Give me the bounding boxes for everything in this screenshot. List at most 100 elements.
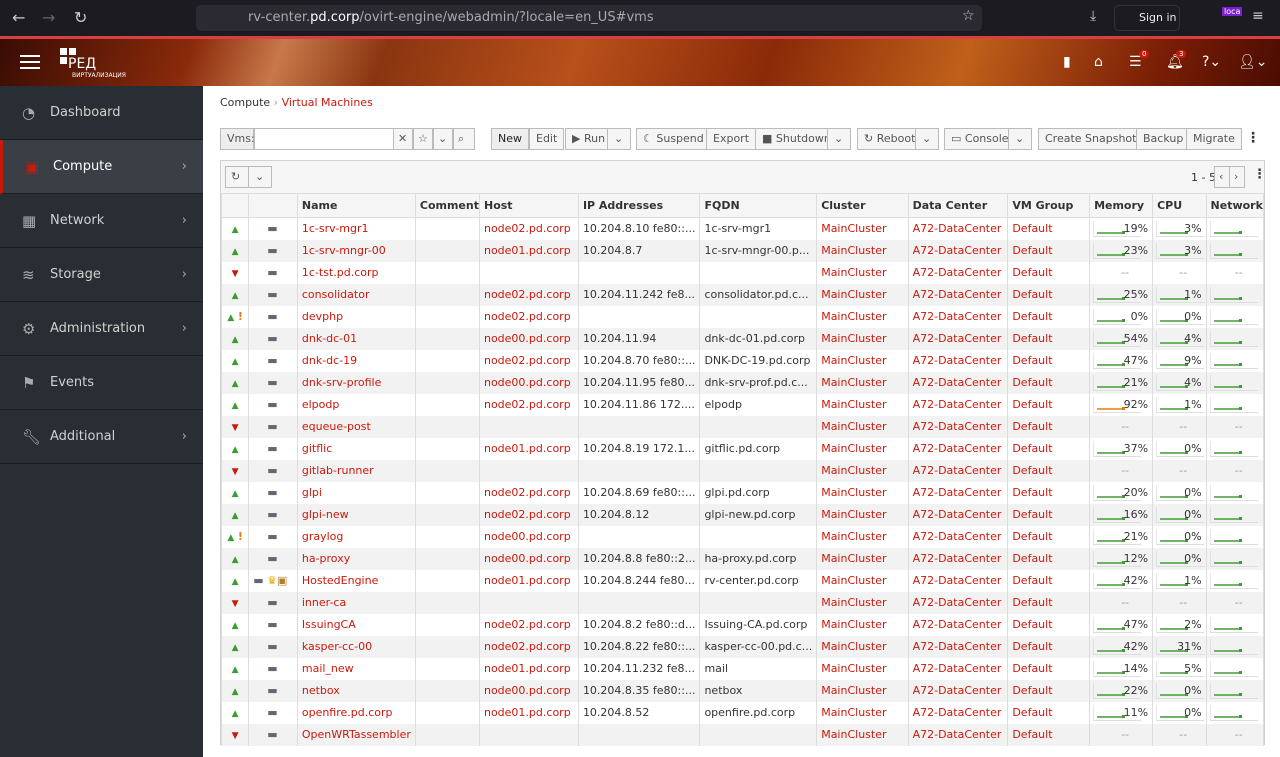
vm-name-link[interactable]: openfire.pd.corp: [296, 701, 416, 724]
shutdown-button[interactable]: ■ Shutdown: [755, 128, 838, 150]
datacenter-link[interactable]: A72-DataCenter: [907, 679, 1009, 702]
next-page-icon[interactable]: ›: [1229, 166, 1245, 188]
table-row[interactable]: ▲ ▬ IssuingCA node02.pd.corp 10.204.8.2 f…: [220, 613, 1265, 636]
download-icon[interactable]: ⤓: [1090, 8, 1096, 24]
vm-name-link[interactable]: OpenWRTassembler: [296, 723, 416, 746]
back-icon[interactable]: ←: [12, 8, 25, 27]
vm-name-link[interactable]: 1c-tst.pd.corp: [296, 261, 416, 284]
bookmark-icon[interactable]: ▮: [1063, 54, 1071, 70]
vm-name-link[interactable]: gitflic: [296, 437, 416, 460]
migrate-button[interactable]: Migrate: [1186, 128, 1242, 150]
host-link[interactable]: node01.pd.corp: [478, 657, 579, 680]
host-link[interactable]: node00.pd.corp: [478, 525, 579, 548]
vmgroup-link[interactable]: Default: [1007, 459, 1091, 482]
console-dropdown-icon[interactable]: ⌄: [1008, 128, 1032, 150]
cluster-link[interactable]: MainCluster: [816, 569, 909, 592]
table-row[interactable]: ▲ ▬ consolidator node02.pd.corp 10.204.11…: [220, 283, 1265, 306]
table-row[interactable]: ▲ ▬ ha-proxy node00.pd.corp 10.204.8.8 fe…: [220, 547, 1265, 570]
cluster-link[interactable]: MainCluster: [816, 679, 909, 702]
host-link[interactable]: node02.pd.corp: [478, 283, 579, 306]
cluster-link[interactable]: MainCluster: [816, 481, 909, 504]
new-button[interactable]: New: [491, 128, 529, 150]
cluster-link[interactable]: MainCluster: [816, 437, 909, 460]
tasks-icon[interactable]: ☰ 0: [1129, 50, 1150, 70]
table-row[interactable]: ▼ ▬ equeue-post MainCluster A72-DataCente…: [220, 415, 1265, 438]
vmgroup-link[interactable]: Default: [1007, 217, 1091, 240]
vmgroup-link[interactable]: Default: [1007, 679, 1091, 702]
table-row[interactable]: ▼ ▬ inner-ca MainCluster A72-DataCenter D…: [220, 591, 1265, 614]
vmgroup-link[interactable]: Default: [1007, 657, 1091, 680]
vmgroup-link[interactable]: Default: [1007, 415, 1091, 438]
vm-name-link[interactable]: equeue-post: [296, 415, 416, 438]
table-row[interactable]: ▲ ▬ mail_new node01.pd.corp 10.204.11.232…: [220, 657, 1265, 680]
table-row[interactable]: ▲ ▬ dnk-srv-profile node00.pd.corp 10.204…: [220, 371, 1265, 394]
table-row[interactable]: ▲ ▬ dnk-dc-19 node02.pd.corp 10.204.8.70 …: [220, 349, 1265, 372]
vm-name-link[interactable]: devphp: [296, 305, 416, 328]
vm-name-link[interactable]: netbox: [296, 679, 416, 702]
vm-name-link[interactable]: gitlab-runner: [296, 459, 416, 482]
chevron-down-icon[interactable]: ⌄: [433, 128, 453, 150]
cluster-link[interactable]: MainCluster: [816, 701, 909, 724]
host-link[interactable]: [478, 261, 579, 284]
vm-name-link[interactable]: 1c-srv-mgr1: [296, 217, 416, 240]
host-link[interactable]: node02.pd.corp: [478, 217, 579, 240]
datacenter-link[interactable]: A72-DataCenter: [907, 723, 1009, 746]
datacenter-link[interactable]: A72-DataCenter: [907, 591, 1009, 614]
vmgroup-link[interactable]: Default: [1007, 283, 1091, 306]
vmgroup-link[interactable]: Default: [1007, 547, 1091, 570]
bookmark-star-icon[interactable]: ☆: [413, 128, 433, 150]
table-row[interactable]: ▲ ▬ 1c-srv-mgr1 node02.pd.corp 10.204.8.1…: [220, 217, 1265, 240]
table-row[interactable]: ▲ ▬ dnk-dc-01 node00.pd.corp 10.204.11.94…: [220, 327, 1265, 350]
table-row[interactable]: ▲ ▬ kasper-cc-00 node02.pd.corp 10.204.8.…: [220, 635, 1265, 658]
cluster-link[interactable]: MainCluster: [816, 283, 909, 306]
suspend-button[interactable]: ☾ Suspend: [636, 128, 711, 150]
vm-name-link[interactable]: kasper-cc-00: [296, 635, 416, 658]
cluster-link[interactable]: MainCluster: [816, 305, 909, 328]
host-link[interactable]: node02.pd.corp: [478, 481, 579, 504]
search-input[interactable]: [254, 128, 394, 150]
vmgroup-link[interactable]: Default: [1007, 437, 1091, 460]
datacenter-link[interactable]: A72-DataCenter: [907, 305, 1009, 328]
vm-name-link[interactable]: dnk-dc-01: [296, 327, 416, 350]
vm-name-link[interactable]: graylog: [296, 525, 416, 548]
vmgroup-link[interactable]: Default: [1007, 239, 1091, 262]
table-row[interactable]: ▲ ▬ openfire.pd.corp node01.pd.corp 10.20…: [220, 701, 1265, 724]
cluster-link[interactable]: MainCluster: [816, 657, 909, 680]
grid-kebab-icon[interactable]: ⋮: [1253, 167, 1266, 182]
cluster-link[interactable]: MainCluster: [816, 503, 909, 526]
column-header[interactable]: Data Center: [907, 193, 1009, 218]
cluster-link[interactable]: MainCluster: [816, 393, 909, 416]
user-icon[interactable]: 👤︎⌄: [1238, 54, 1268, 70]
host-link[interactable]: node02.pd.corp: [478, 503, 579, 526]
vmgroup-link[interactable]: Default: [1007, 569, 1091, 592]
hamburger-icon[interactable]: [20, 55, 40, 69]
vmgroup-link[interactable]: Default: [1007, 481, 1091, 504]
host-link[interactable]: node01.pd.corp: [478, 569, 579, 592]
datacenter-link[interactable]: A72-DataCenter: [907, 635, 1009, 658]
datacenter-link[interactable]: A72-DataCenter: [907, 547, 1009, 570]
datacenter-link[interactable]: A72-DataCenter: [907, 349, 1009, 372]
cluster-link[interactable]: MainCluster: [816, 239, 909, 262]
datacenter-link[interactable]: A72-DataCenter: [907, 239, 1009, 262]
host-link[interactable]: node02.pd.corp: [478, 635, 579, 658]
datacenter-link[interactable]: A72-DataCenter: [907, 393, 1009, 416]
vm-name-link[interactable]: HostedEngine: [296, 569, 416, 592]
bell-icon[interactable]: 🔔︎ 3: [1166, 50, 1187, 70]
datacenter-link[interactable]: A72-DataCenter: [907, 503, 1009, 526]
vm-name-link[interactable]: elpodp: [296, 393, 416, 416]
vm-name-link[interactable]: 1c-srv-mngr-00: [296, 239, 416, 262]
host-link[interactable]: [478, 591, 579, 614]
table-row[interactable]: ▲ ▬ glpi node02.pd.corp 10.204.8.69 fe80:…: [220, 481, 1265, 504]
host-link[interactable]: node02.pd.corp: [478, 613, 579, 636]
table-row[interactable]: ▲ ▬ netbox node00.pd.corp 10.204.8.35 fe8…: [220, 679, 1265, 702]
datacenter-link[interactable]: A72-DataCenter: [907, 415, 1009, 438]
star-icon[interactable]: ☆: [962, 8, 975, 24]
vmgroup-link[interactable]: Default: [1007, 525, 1091, 548]
search-icon[interactable]: ⌕: [453, 128, 475, 150]
column-header[interactable]: [248, 193, 298, 218]
tags-icon[interactable]: ⌂: [1094, 54, 1103, 70]
datacenter-link[interactable]: A72-DataCenter: [907, 525, 1009, 548]
vm-name-link[interactable]: consolidator: [296, 283, 416, 306]
table-row[interactable]: ▲ ▬ 1c-srv-mngr-00 node01.pd.corp 10.204.…: [220, 239, 1265, 262]
vmgroup-link[interactable]: Default: [1007, 327, 1091, 350]
